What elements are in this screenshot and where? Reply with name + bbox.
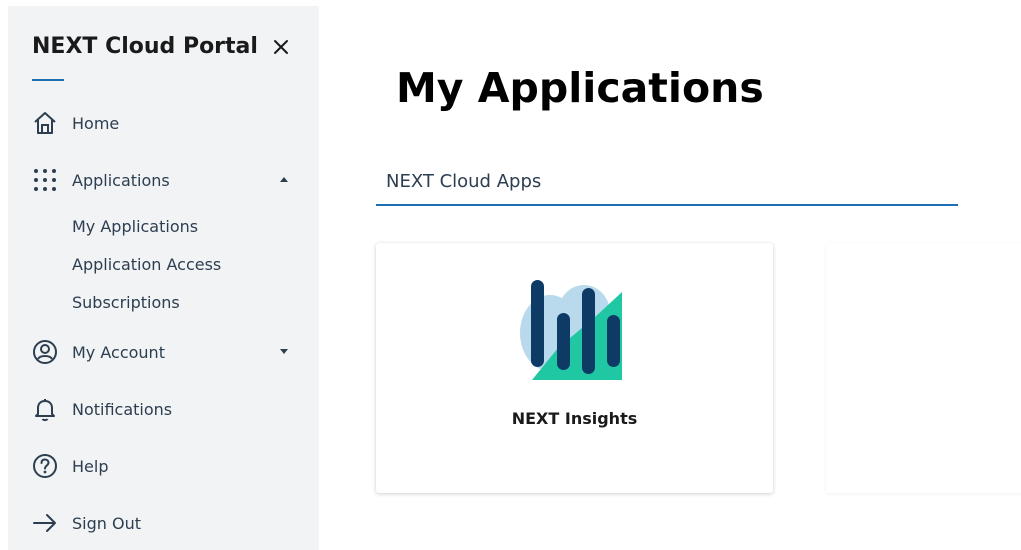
bell-icon: [30, 394, 60, 424]
user-circle-icon: [30, 337, 60, 367]
sidebar-item-my-account[interactable]: My Account: [30, 337, 300, 367]
app-card-next-insights[interactable]: NEXT Insights: [376, 243, 773, 493]
next-insights-logo-icon: [518, 278, 628, 388]
sidebar-subitem-my-applications[interactable]: My Applications: [72, 217, 198, 236]
close-icon: [274, 40, 288, 54]
sidebar-item-label: Home: [72, 113, 120, 133]
sidebar-subitem-application-access[interactable]: Application Access: [72, 255, 221, 274]
grid-icon: [30, 165, 60, 195]
chevron-down-icon: [280, 349, 288, 354]
sidebar-item-label: Notifications: [72, 399, 173, 419]
sidebar-item-label: Help: [72, 456, 109, 476]
brand-underline: [32, 79, 64, 81]
sidebar-item-notifications[interactable]: Notifications: [30, 394, 300, 424]
sidebar-item-sign-out[interactable]: Sign Out: [30, 508, 300, 538]
sidebar: NEXT Cloud Portal Home Applications My A…: [8, 6, 319, 550]
sidebar-item-home[interactable]: Home: [30, 108, 300, 138]
sidebar-item-help[interactable]: Help: [30, 451, 300, 481]
sidebar-item-applications[interactable]: Applications: [30, 165, 300, 195]
arrow-right-icon: [30, 508, 60, 538]
close-sidebar-button[interactable]: [270, 36, 292, 58]
app-card-placeholder[interactable]: [826, 243, 1021, 493]
app-card-title: NEXT Insights: [511, 409, 638, 428]
app-category-filter[interactable]: NEXT Cloud Apps: [376, 164, 958, 206]
brand-title: NEXT Cloud Portal: [32, 34, 258, 59]
sidebar-item-label: My Account: [72, 342, 165, 362]
chevron-up-icon: [280, 177, 288, 182]
home-icon: [30, 108, 60, 138]
sidebar-subitem-subscriptions[interactable]: Subscriptions: [72, 293, 180, 312]
filter-label: NEXT Cloud Apps: [386, 171, 542, 192]
help-circle-icon: [30, 451, 60, 481]
sidebar-item-label: Applications: [72, 170, 170, 190]
sidebar-item-label: Sign Out: [72, 513, 141, 533]
page-title: My Applications: [396, 64, 764, 112]
